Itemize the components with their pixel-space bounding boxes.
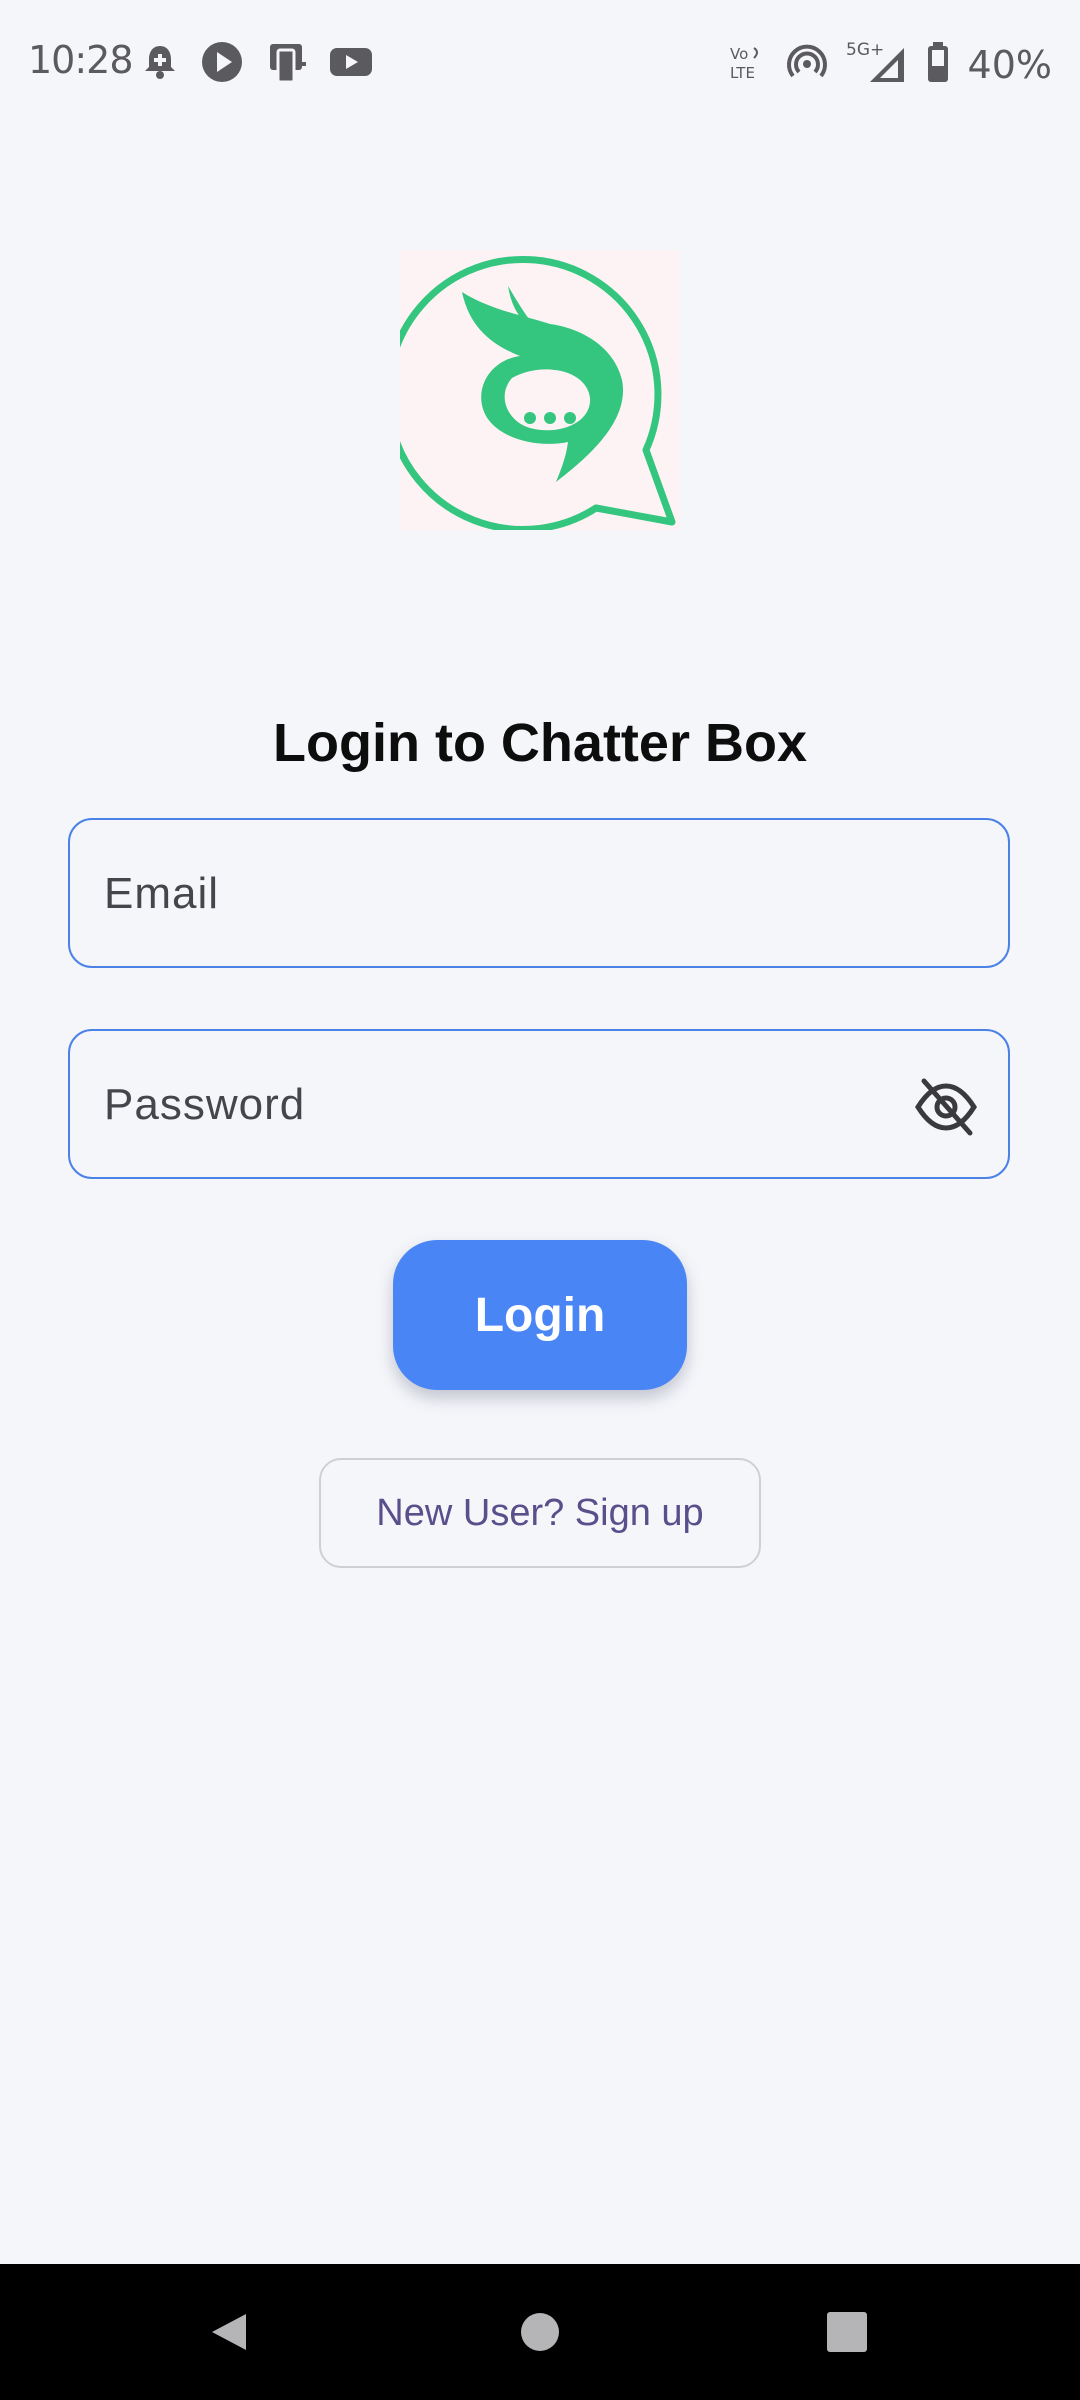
home-button[interactable] (480, 2264, 600, 2400)
eye-off-icon[interactable] (914, 1075, 978, 1139)
volte-icon: Vo LTE (728, 42, 768, 87)
status-bar: 10:28 Vo LTE 5G+ 40% (0, 0, 1080, 124)
signal-icon: 5G+ (846, 40, 908, 89)
signup-button[interactable]: New User? Sign up (319, 1458, 761, 1568)
recents-button[interactable] (787, 2264, 907, 2400)
back-button[interactable] (170, 2264, 290, 2400)
navigation-bar (0, 2264, 1080, 2400)
login-button[interactable]: Login (393, 1240, 687, 1390)
email-field[interactable] (68, 818, 1010, 968)
alarm-icon (140, 42, 180, 87)
youtube-icon (328, 42, 374, 87)
cast-icon (264, 40, 308, 89)
svg-text:LTE: LTE (730, 64, 755, 82)
home-icon (521, 2313, 559, 2351)
notification-icons (140, 40, 374, 89)
password-field[interactable] (68, 1029, 1010, 1179)
chatter-box-logo (384, 250, 680, 533)
email-input[interactable] (102, 820, 926, 968)
svg-text:Vo: Vo (730, 45, 748, 63)
back-icon (212, 2314, 246, 2350)
system-icons: Vo LTE 5G+ 40% (728, 40, 1052, 89)
status-time: 10:28 (28, 38, 134, 82)
hotspot-icon (786, 41, 828, 88)
play-icon (200, 40, 244, 89)
battery-icon (926, 40, 950, 89)
battery-percent: 40% (967, 42, 1052, 87)
recents-icon (827, 2312, 867, 2352)
network-type: 5G+ (846, 40, 884, 60)
password-input[interactable] (102, 1031, 926, 1179)
page-title: Login to Chatter Box (273, 713, 807, 773)
